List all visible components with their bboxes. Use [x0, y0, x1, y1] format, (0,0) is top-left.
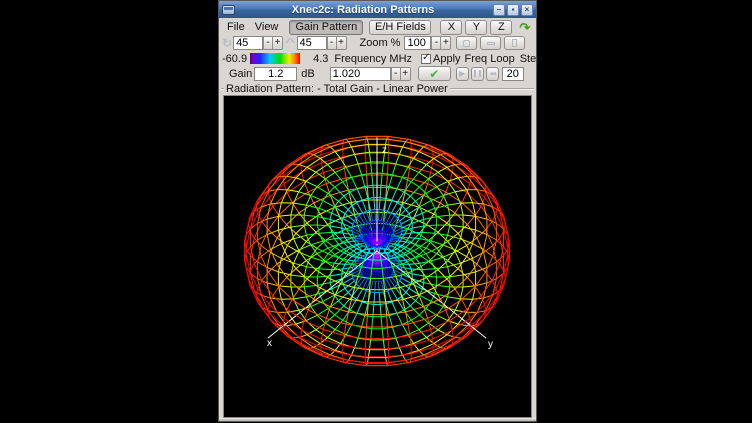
frame-groove-right — [450, 88, 534, 90]
y-axis-button[interactable]: Y — [465, 20, 487, 35]
gain-pattern-toggle[interactable]: Gain Pattern — [289, 20, 363, 35]
eh-fields-button[interactable]: E/H Fields — [369, 20, 431, 35]
maximize-icon: ▪ — [512, 5, 515, 14]
close-button[interactable]: × — [521, 4, 533, 16]
minimize-icon: – — [497, 5, 501, 14]
rotate-plus-button[interactable]: + — [273, 36, 283, 50]
rewind-icon: ◀◀ — [489, 71, 495, 77]
loop-pause-button[interactable] — [471, 67, 484, 81]
frequency-mhz-label: Frequency MHz — [334, 53, 412, 65]
incline-plus-button[interactable]: + — [337, 36, 347, 50]
plot-frame-label: Radiation Pattern: - Total Gain - Linear… — [224, 83, 450, 95]
zoom-out-icon — [487, 42, 495, 45]
gain-max-label: 4.3 — [313, 53, 328, 65]
incline-icon[interactable]: ^ — [285, 37, 295, 49]
zoom-value-input[interactable] — [404, 36, 431, 50]
freq-loop-label: Freq Loop — [465, 53, 515, 65]
incline-value-input[interactable] — [297, 36, 327, 50]
radiation-plot-svg[interactable]: x y z — [224, 96, 531, 417]
zoom-minus-button[interactable]: - — [431, 36, 441, 50]
apply-frequency-button[interactable]: ✔ — [418, 66, 451, 81]
step-value-input[interactable] — [502, 67, 524, 81]
checkbox-check-icon: ✓ — [422, 52, 430, 63]
window-menu-icon[interactable] — [222, 5, 235, 15]
plot-frame-header: Radiation Pattern: - Total Gain - Linear… — [219, 82, 536, 95]
loop-play-button[interactable]: ▶ — [456, 67, 469, 81]
maximize-button[interactable]: ▪ — [507, 4, 519, 16]
db-unit-label: dB — [301, 68, 314, 80]
gain-label: Gain — [229, 68, 252, 80]
z-axis-button[interactable]: Z — [490, 20, 512, 35]
zoom-plus-button[interactable]: + — [441, 36, 451, 50]
x-axis-button[interactable]: X — [440, 20, 462, 35]
zoom-label: Zoom % — [360, 37, 401, 49]
desktop-background: Xnec2c: Radiation Patterns – ▪ × File Vi… — [0, 0, 752, 423]
frequency-value-input[interactable] — [330, 67, 391, 81]
redraw-button[interactable]: ↷ — [519, 21, 530, 34]
apply-label: Apply — [433, 53, 461, 65]
menu-view[interactable]: View — [250, 20, 284, 34]
close-icon: × — [525, 5, 530, 14]
window-title: Xnec2c: Radiation Patterns — [235, 4, 491, 16]
capture-icon — [512, 39, 517, 47]
gain-min-label: -60.9 — [222, 53, 247, 65]
capture-button[interactable] — [504, 36, 525, 50]
reset-view-icon — [463, 40, 470, 47]
reset-view-button[interactable] — [456, 36, 477, 50]
window-bottom-edge[interactable] — [219, 418, 536, 421]
play-icon: ▶ — [459, 69, 465, 78]
xnec2c-radiation-window: Xnec2c: Radiation Patterns – ▪ × File Vi… — [218, 0, 537, 422]
frequency-minus-button[interactable]: - — [391, 67, 401, 81]
radiation-pattern-plot[interactable]: x y z — [223, 95, 532, 418]
step-label: Step — [520, 53, 543, 65]
green-check-icon: ✔ — [429, 67, 439, 81]
y-axis-label: y — [488, 339, 493, 350]
apply-checkbox[interactable]: ✓ — [421, 54, 431, 64]
rotate-value-input[interactable] — [233, 36, 263, 50]
zoom-out-button[interactable] — [480, 36, 501, 50]
frequency-plus-button[interactable]: + — [401, 67, 411, 81]
pause-icon — [474, 70, 481, 77]
titlebar[interactable]: Xnec2c: Radiation Patterns – ▪ × — [219, 1, 536, 18]
gain-colorbar — [250, 53, 300, 64]
menu-file[interactable]: File — [222, 20, 250, 34]
x-axis-label: x — [267, 338, 272, 349]
gain-value-input[interactable] — [254, 67, 297, 81]
loop-rewind-button[interactable]: ◀◀ — [486, 67, 499, 81]
rotate-icon[interactable]: ↻ — [222, 36, 232, 50]
incline-minus-button[interactable]: - — [327, 36, 337, 50]
z-axis-label: z — [382, 145, 387, 156]
redraw-arrow-icon: ↷ — [519, 20, 530, 35]
minimize-button[interactable]: – — [493, 4, 505, 16]
rotate-minus-button[interactable]: - — [263, 36, 273, 50]
